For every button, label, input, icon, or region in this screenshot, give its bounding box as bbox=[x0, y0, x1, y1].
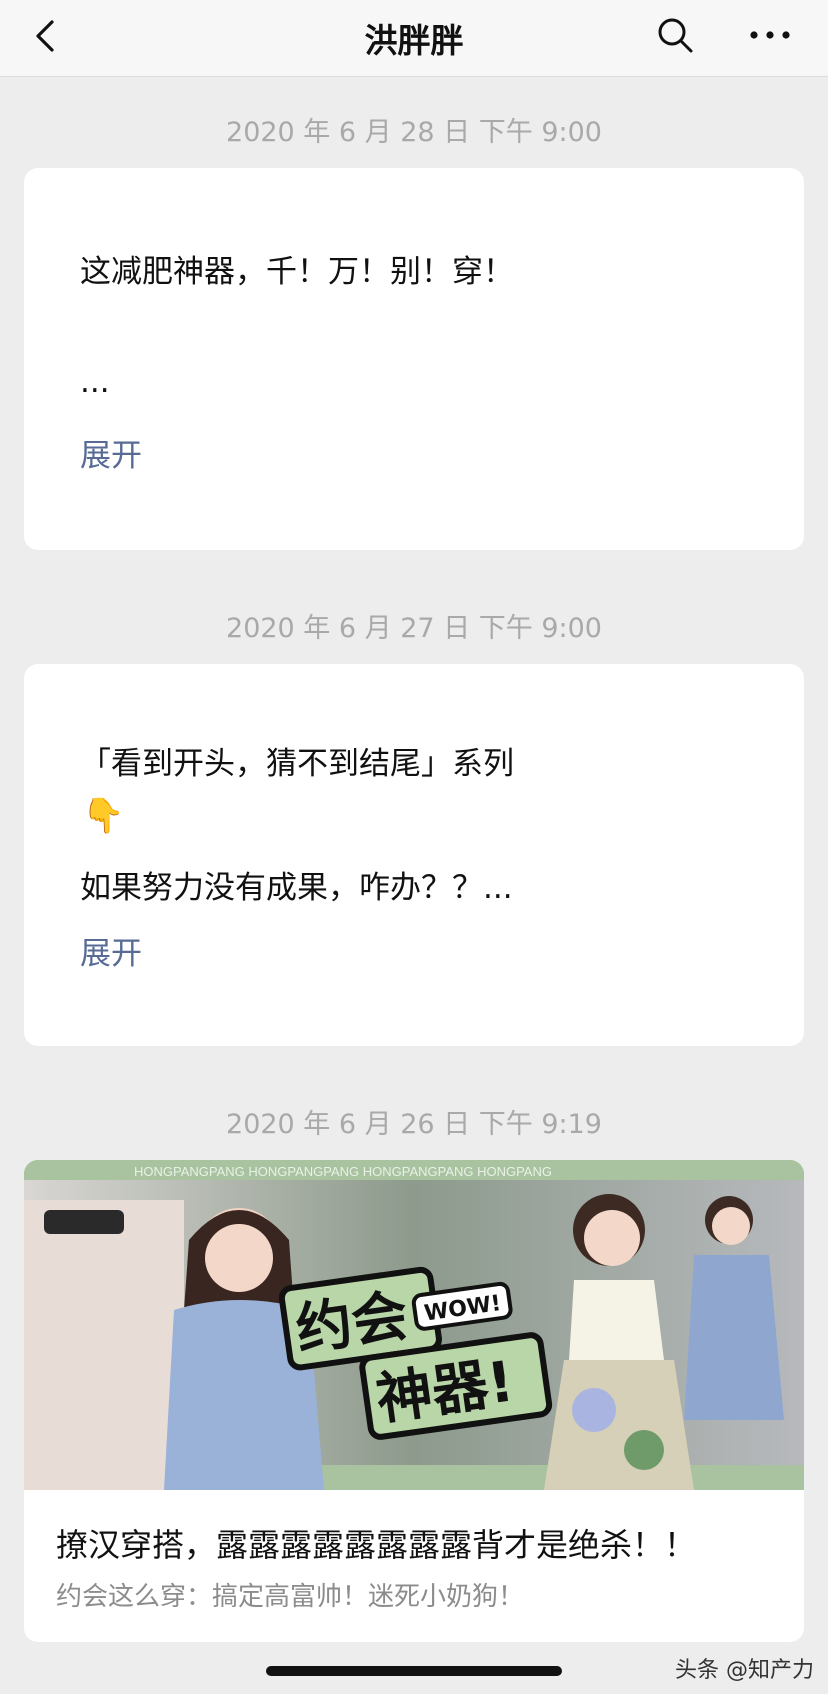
post-text: 「看到开头，猜不到结尾」系列 bbox=[80, 746, 514, 782]
post-card[interactable]: 这减肥神器，千！万！别！穿！ ... 展开 bbox=[24, 168, 804, 550]
article-subtitle: 约会这么穿：搞定高富帅！迷死小奶狗！ bbox=[56, 1582, 525, 1612]
post-date: 2020 年 6 月 27 日 下午 9:00 bbox=[226, 613, 602, 644]
navigation-bar: 洪胖胖 bbox=[0, 0, 828, 77]
article-cover-image: HONGPANGPANG HONGPANGPANG HONGPANGPANG H… bbox=[24, 1160, 804, 1490]
post-ellipsis: ... bbox=[80, 364, 110, 400]
home-indicator bbox=[266, 1666, 562, 1676]
search-icon[interactable] bbox=[655, 15, 695, 55]
post-date: 2020 年 6 月 26 日 下午 9:19 bbox=[226, 1109, 602, 1140]
pointing-down-emoji: 👇 bbox=[82, 796, 125, 836]
post-text: 这减肥神器，千！万！别！穿！ bbox=[80, 254, 514, 290]
watermark: 头条 @知产力 bbox=[675, 1658, 814, 1683]
page-title: 洪胖胖 bbox=[364, 21, 464, 60]
expand-link[interactable]: 展开 bbox=[80, 430, 142, 475]
more-icon[interactable] bbox=[748, 18, 792, 52]
article-title[interactable]: 撩汉穿搭，露露露露露露露露背才是绝杀！！ bbox=[56, 1520, 696, 1566]
post-date: 2020 年 6 月 28 日 下午 9:00 bbox=[226, 117, 602, 148]
post-card[interactable]: 「看到开头，猜不到结尾」系列 👇 如果努力没有成果，咋办？？... 展开 bbox=[24, 664, 804, 1046]
banner-pattern-text: HONGPANGPANG HONGPANGPANG HONGPANGPANG H… bbox=[134, 1164, 552, 1179]
cover-illustration: HONGPANGPANG HONGPANGPANG HONGPANGPANG H… bbox=[24, 1160, 804, 1490]
expand-link[interactable]: 展开 bbox=[80, 928, 142, 973]
article-card[interactable]: HONGPANGPANG HONGPANGPANG HONGPANGPANG H… bbox=[24, 1160, 804, 1642]
post-text: 如果努力没有成果，咋办？？... bbox=[80, 870, 513, 906]
